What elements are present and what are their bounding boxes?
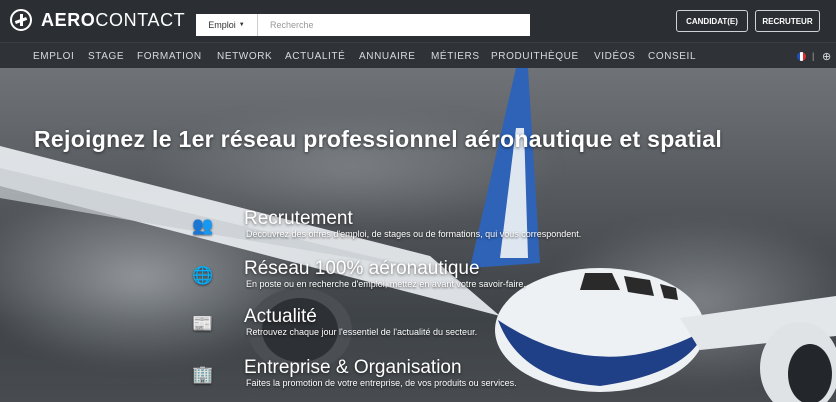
main-nav: EMPLOI STAGE FORMATION NETWORK ACTUALITÉ… — [0, 42, 836, 68]
recruiter-button[interactable]: RECRUTEUR — [755, 10, 820, 32]
hero-banner: Rejoignez le 1er réseau professionnel aé… — [0, 68, 836, 402]
french-flag-icon[interactable] — [797, 52, 806, 61]
nav-item-formation[interactable]: FORMATION — [137, 51, 202, 62]
globe-icon[interactable]: ⊕ — [822, 50, 831, 63]
plane-logo-icon — [10, 9, 32, 31]
nav-item-produitheque[interactable]: PRODUITHÈQUE — [491, 51, 579, 62]
search-bar: Emploi ▼ — [196, 14, 530, 36]
nav-item-videos[interactable]: VIDÉOS — [594, 51, 635, 62]
search-category-select[interactable]: Emploi ▼ — [196, 14, 258, 36]
caret-down-icon: ▼ — [238, 22, 245, 28]
aerocontact-logo[interactable]: AEROCONTACT — [10, 9, 185, 31]
feature-title: Entreprise & Organisation — [244, 357, 462, 378]
nav-item-annuaire[interactable]: ANNUAIRE — [359, 51, 415, 62]
top-header: AEROCONTACT Emploi ▼ CANDIDAT(E) RECRUTE… — [0, 0, 836, 42]
feature-title: Actualité — [244, 306, 317, 327]
globe-icon: 🌐 — [192, 266, 214, 285]
feature-title: Réseau 100% aéronautique — [244, 258, 480, 279]
feature-title: Recrutement — [244, 208, 353, 229]
nav-separator: | — [812, 51, 815, 61]
nav-item-metiers[interactable]: MÉTIERS — [431, 51, 480, 62]
feature-description: Faites la promotion de votre entreprise,… — [246, 378, 517, 388]
feature-description: Retrouvez chaque jour l'essentiel de l'a… — [246, 327, 478, 337]
nav-item-emploi[interactable]: EMPLOI — [33, 51, 74, 62]
nav-item-stage[interactable]: STAGE — [88, 51, 124, 62]
nav-item-network[interactable]: NETWORK — [217, 51, 272, 62]
feature-description: En poste ou en recherche d'emploi, mette… — [246, 279, 526, 289]
newspaper-icon: 📰 — [192, 314, 214, 333]
search-input[interactable] — [258, 15, 530, 35]
logo-text: AEROCONTACT — [41, 9, 186, 30]
building-person-icon: 🏢 — [192, 365, 214, 384]
people-icon: 👥 — [192, 216, 214, 235]
candidate-button[interactable]: CANDIDAT(E) — [676, 10, 748, 32]
hero-title: Rejoignez le 1er réseau professionnel aé… — [34, 126, 723, 152]
nav-item-actualite[interactable]: ACTUALITÉ — [285, 51, 345, 62]
nav-item-conseil[interactable]: CONSEIL — [648, 51, 696, 62]
search-category-label: Emploi — [208, 20, 236, 30]
feature-description: Découvrez des offres d'emploi, de stages… — [246, 229, 582, 239]
